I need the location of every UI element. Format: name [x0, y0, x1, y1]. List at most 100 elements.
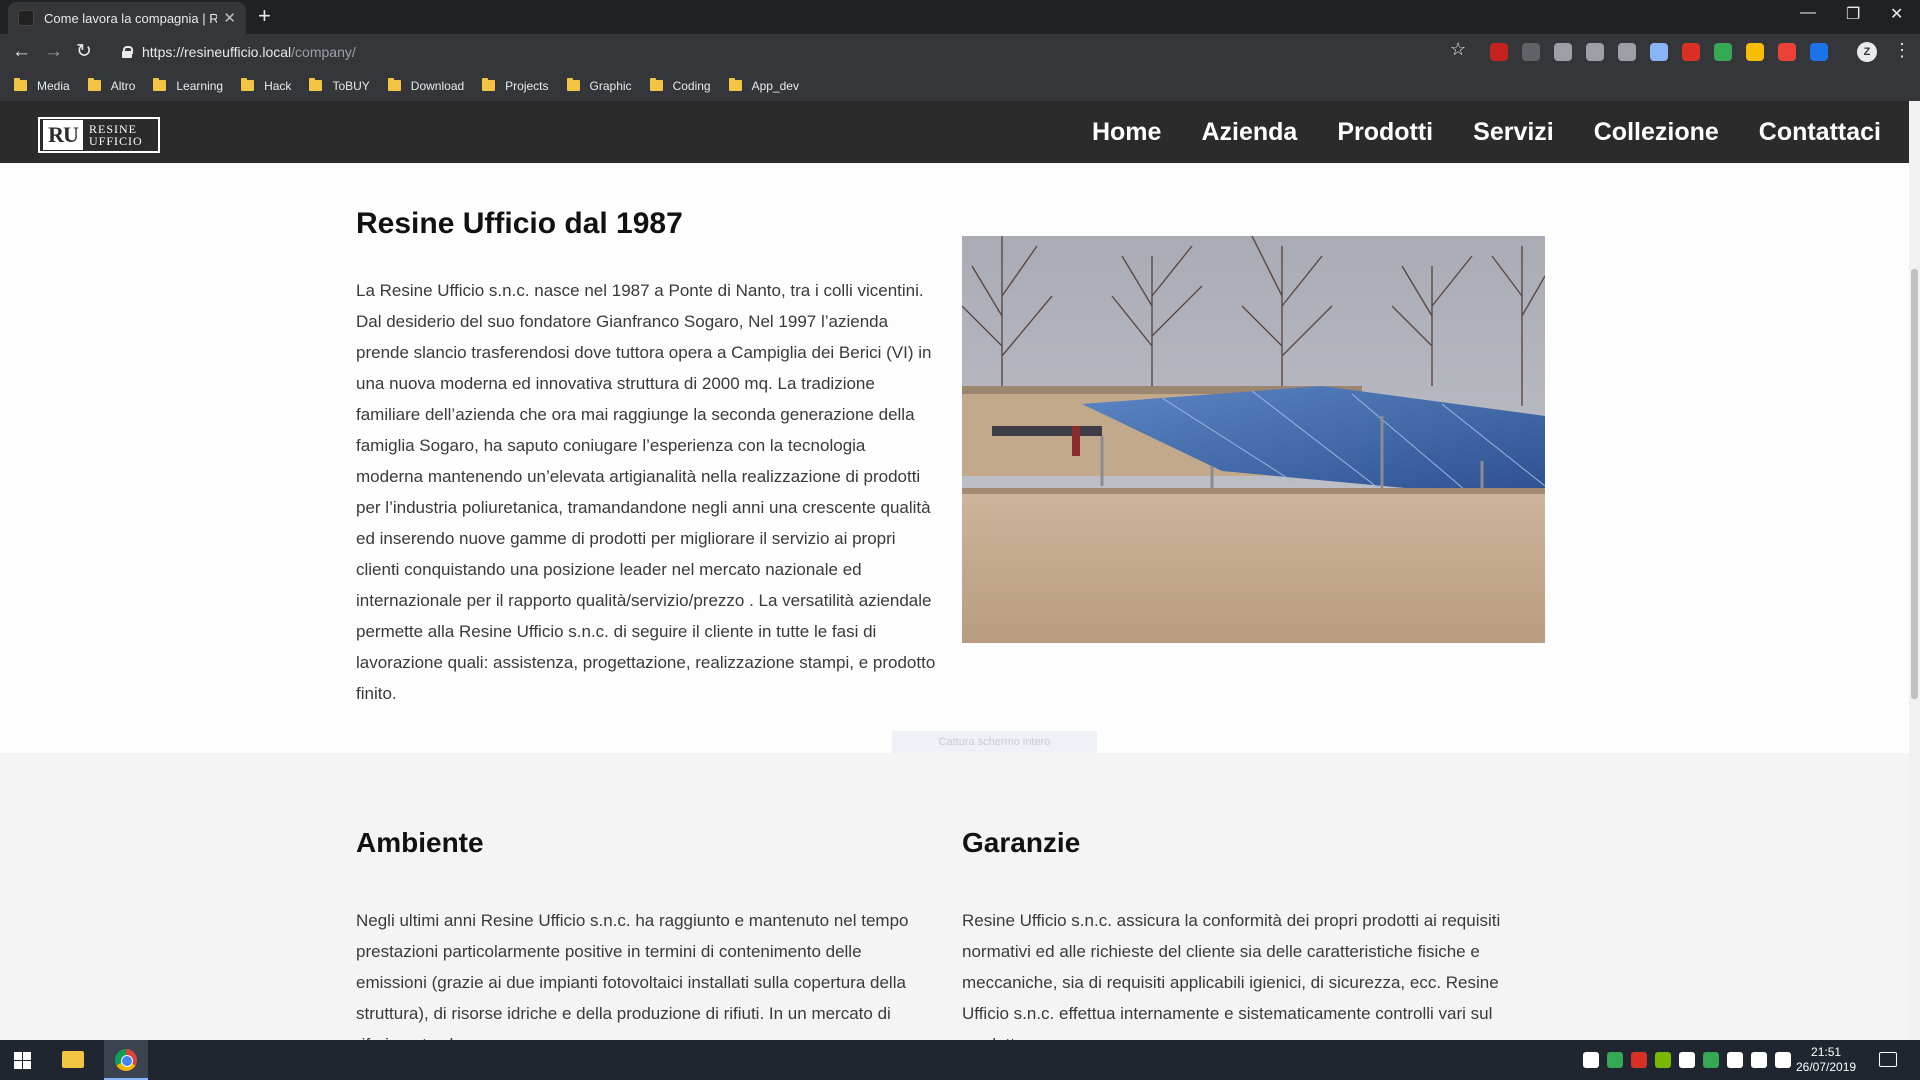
scrollbar-thumb[interactable]: [1911, 269, 1918, 699]
bookmark-label: Media: [37, 78, 70, 93]
extension-icon[interactable]: [1554, 43, 1572, 61]
tray-icon[interactable]: [1751, 1052, 1767, 1068]
extension-icon[interactable]: [1618, 43, 1636, 61]
ambiente-paragraph: Negli ultimi anni Resine Ufficio s.n.c. …: [356, 911, 909, 1040]
taskbar-clock[interactable]: 21:51 26/07/2019: [1796, 1045, 1856, 1075]
url-text: https://resineufficio.local/company/: [142, 44, 356, 60]
restore-icon[interactable]: ❐: [1846, 4, 1860, 24]
tray-icon[interactable]: [1631, 1052, 1647, 1068]
bookmark-label: Altro: [110, 78, 136, 93]
notification-center-icon[interactable]: [1879, 1052, 1897, 1067]
main-navigation: Home Azienda Prodotti Servizi Collezione…: [1092, 101, 1881, 163]
tray-icon[interactable]: [1703, 1052, 1719, 1068]
bookmark-item[interactable]: Hack: [241, 78, 292, 93]
browser-tab[interactable]: Come lavora la compagnia | Resi ✕: [8, 2, 246, 34]
tray-icon[interactable]: [1583, 1052, 1599, 1068]
folder-icon: [87, 78, 101, 91]
extension-icon[interactable]: [1810, 43, 1828, 61]
site-header: RU RESINE UFFICIO Home Azienda Prodotti …: [0, 101, 1909, 163]
extension-icon[interactable]: [1490, 43, 1508, 61]
browser-menu-icon[interactable]: ⋮: [1893, 40, 1911, 61]
nav-home[interactable]: Home: [1092, 118, 1161, 147]
folder-icon: [241, 78, 255, 91]
folder-icon: [566, 78, 580, 91]
chrome-icon: [115, 1049, 137, 1071]
bookmark-item[interactable]: Media: [14, 78, 70, 93]
extension-icon[interactable]: [1714, 43, 1732, 61]
forward-arrow-icon[interactable]: →: [44, 41, 63, 63]
extension-icon[interactable]: [1522, 43, 1540, 61]
address-bar[interactable]: https://resineufficio.local/company/: [110, 38, 1465, 66]
logo-text: RESINE UFFICIO: [89, 122, 143, 148]
bookmark-item[interactable]: App_dev: [728, 78, 799, 93]
back-arrow-icon[interactable]: ←: [12, 41, 31, 63]
intro-section: [0, 163, 1909, 753]
windows-taskbar: 21:51 26/07/2019: [0, 1040, 1920, 1080]
browser-toolbar: ← → ↻ https://resineufficio.local/compan…: [0, 34, 1920, 70]
minimize-icon[interactable]: —: [1800, 4, 1816, 22]
bookmark-item[interactable]: Graphic: [566, 78, 632, 93]
lock-icon: [122, 46, 133, 58]
bookmark-label: App_dev: [751, 78, 799, 93]
taskbar-chrome-button[interactable]: [104, 1040, 148, 1080]
close-window-icon[interactable]: ✕: [1890, 4, 1903, 24]
bookmark-item[interactable]: Coding: [649, 78, 711, 93]
bookmark-item[interactable]: Projects: [482, 78, 549, 93]
extension-icon[interactable]: [1746, 43, 1764, 61]
extensions-row: [1490, 43, 1828, 61]
nav-servizi[interactable]: Servizi: [1473, 118, 1554, 147]
ambiente-heading: Ambiente: [356, 827, 484, 858]
garanzie-heading: Garanzie: [962, 827, 1081, 858]
page-viewport: RU RESINE UFFICIO Home Azienda Prodotti …: [0, 101, 1909, 1040]
folder-icon: [309, 78, 323, 91]
reload-icon[interactable]: ↻: [76, 41, 92, 63]
extension-icon[interactable]: [1650, 43, 1668, 61]
bookmark-label: Graphic: [589, 78, 632, 93]
file-explorer-icon[interactable]: [62, 1051, 84, 1068]
bookmark-label: Coding: [672, 78, 711, 93]
tray-icon[interactable]: [1655, 1052, 1671, 1068]
browser-tab-strip: Come lavora la compagnia | Resi ✕ + — ❐ …: [0, 0, 1920, 34]
folder-icon: [387, 78, 401, 91]
nav-collezione[interactable]: Collezione: [1594, 118, 1719, 147]
site-logo[interactable]: RU RESINE UFFICIO: [38, 117, 160, 153]
nav-contattaci[interactable]: Contattaci: [1759, 118, 1881, 147]
page-scrollbar[interactable]: [1909, 101, 1920, 1040]
bookmark-label: Projects: [505, 78, 549, 93]
features-section: [0, 753, 1909, 1040]
bookmark-item[interactable]: Learning: [153, 78, 224, 93]
solar-panels-photo: [962, 236, 1545, 643]
windows-start-icon[interactable]: [14, 1052, 31, 1069]
nav-azienda[interactable]: Azienda: [1201, 118, 1297, 147]
bookmark-label: ToBUY: [332, 78, 370, 93]
tray-icon[interactable]: [1775, 1052, 1791, 1068]
tray-icon[interactable]: [1727, 1052, 1743, 1068]
garanzie-paragraph: Resine Ufficio s.n.c. assicura la confor…: [962, 911, 1501, 1040]
bookmark-label: Download: [410, 78, 465, 93]
folder-icon: [728, 78, 742, 91]
system-tray: [1583, 1052, 1791, 1068]
intro-paragraph: La Resine Ufficio s.n.c. nasce nel 1987 …: [356, 281, 936, 703]
extension-icon[interactable]: [1682, 43, 1700, 61]
bookmark-item[interactable]: Altro: [87, 78, 136, 93]
bookmark-star-icon[interactable]: ☆: [1450, 39, 1466, 60]
bookmarks-bar: Media Altro Learning Hack ToBUY Download Proje…: [0, 70, 1920, 101]
profile-avatar[interactable]: Z: [1857, 42, 1877, 62]
new-tab-button[interactable]: +: [258, 5, 271, 27]
folder-icon: [14, 78, 27, 91]
tab-close-icon[interactable]: ✕: [223, 9, 236, 27]
bookmark-item[interactable]: Download: [387, 78, 465, 93]
extension-icon[interactable]: [1778, 43, 1796, 61]
screen-capture-hint: Cattura schermo intero: [892, 731, 1097, 753]
bookmark-item[interactable]: ToBUY: [309, 78, 370, 93]
nav-prodotti[interactable]: Prodotti: [1337, 118, 1433, 147]
page-title: Resine Ufficio dal 1987: [356, 207, 683, 240]
folder-icon: [153, 78, 167, 91]
site-favicon-icon: [18, 10, 34, 26]
bookmark-label: Learning: [176, 78, 224, 93]
folder-icon: [649, 78, 663, 91]
extension-icon[interactable]: [1586, 43, 1604, 61]
tray-icon[interactable]: [1607, 1052, 1623, 1068]
bookmark-label: Hack: [264, 78, 292, 93]
tray-icon[interactable]: [1679, 1052, 1695, 1068]
